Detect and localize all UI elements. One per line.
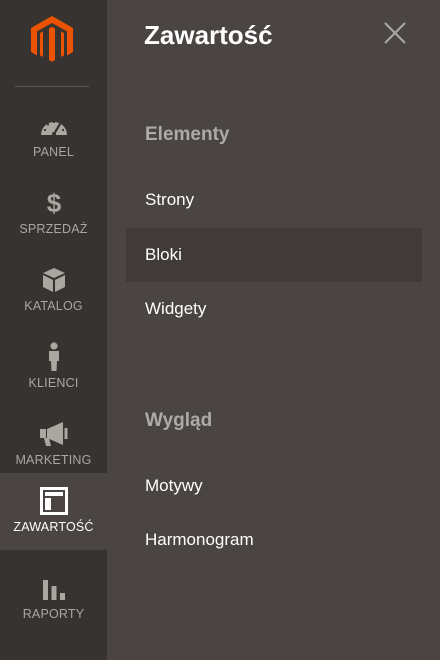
person-icon bbox=[39, 342, 69, 371]
nav-label: RAPORTY bbox=[22, 607, 85, 621]
section-title-elements: Elementy bbox=[145, 124, 230, 145]
menu-item-widgets[interactable]: Widgety bbox=[126, 282, 422, 336]
logo-divider bbox=[15, 86, 89, 87]
svg-text:$: $ bbox=[46, 189, 61, 217]
nav-item-marketing[interactable]: MARKETING bbox=[0, 406, 107, 482]
nav-item-content[interactable]: ZAWARTOŚĆ bbox=[0, 473, 107, 550]
bar-chart-icon bbox=[39, 574, 69, 602]
admin-sidebar: PANEL $ SPRZEDAŻ KATALOG KLIENCI MARKETI… bbox=[0, 0, 107, 660]
close-icon bbox=[384, 22, 406, 44]
nav-label: KATALOG bbox=[24, 299, 83, 313]
nav-label: MARKETING bbox=[15, 453, 92, 467]
nav-item-panel[interactable]: PANEL bbox=[0, 98, 107, 174]
nav-label: KLIENCI bbox=[28, 376, 79, 390]
close-button[interactable] bbox=[381, 19, 409, 47]
menu-item-blocks[interactable]: Bloki bbox=[126, 228, 422, 282]
panel-title: Zawartość bbox=[144, 20, 273, 50]
nav-label: PANEL bbox=[32, 145, 75, 159]
menu-item-schedule[interactable]: Harmonogram bbox=[126, 513, 422, 567]
nav-item-customers[interactable]: KLIENCI bbox=[0, 329, 107, 405]
dollar-icon: $ bbox=[39, 189, 69, 217]
layout-icon bbox=[39, 487, 69, 515]
magento-logo-icon bbox=[31, 16, 73, 62]
menu-item-themes[interactable]: Motywy bbox=[126, 459, 422, 513]
magento-logo[interactable] bbox=[28, 14, 76, 66]
dashboard-gauge-icon bbox=[39, 112, 69, 140]
nav-item-sales[interactable]: $ SPRZEDAŻ bbox=[0, 175, 107, 251]
nav-label: SPRZEDAŻ bbox=[19, 222, 88, 236]
megaphone-icon bbox=[39, 420, 69, 448]
nav-item-reports[interactable]: RAPORTY bbox=[0, 560, 107, 636]
section-title-design: Wygląd bbox=[145, 410, 213, 431]
content-submenu-panel: Zawartość Elementy Strony Bloki Widgety … bbox=[107, 0, 440, 660]
box-icon bbox=[39, 266, 69, 294]
menu-item-pages[interactable]: Strony bbox=[126, 173, 422, 227]
nav-item-catalog[interactable]: KATALOG bbox=[0, 252, 107, 328]
nav-label: ZAWARTOŚĆ bbox=[13, 520, 94, 534]
